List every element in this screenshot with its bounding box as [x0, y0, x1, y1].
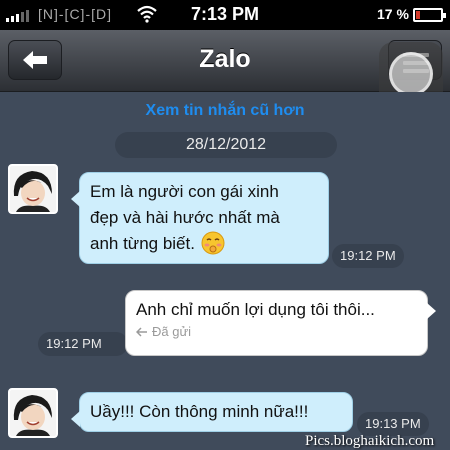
- avatar-image: [10, 166, 56, 212]
- message-bubble-outgoing[interactable]: Anh chỉ muốn lợi dụng tôi thôi... Đã gửi: [125, 290, 436, 356]
- nav-bar: Zalo: [0, 30, 450, 106]
- emoji-icon: [201, 231, 225, 255]
- message-time: 19:12 PM: [38, 332, 128, 356]
- battery-icon: [413, 8, 446, 22]
- date-separator: 28/12/2012: [115, 132, 337, 158]
- chat-area[interactable]: Xem tin nhắn cũ hơn 28/12/2012 Em là ngư…: [0, 92, 450, 450]
- message-line: đẹp và hài hước nhất mà: [90, 208, 280, 227]
- message-bubble-incoming[interactable]: Em là người con gái xinh đẹp và hài hước…: [71, 172, 329, 264]
- assistive-touch-icon: [389, 52, 433, 96]
- battery-percent: 17 %: [377, 6, 409, 22]
- message-line: Anh chỉ muốn lợi dụng tôi thôi...: [136, 300, 375, 319]
- message-bubble-incoming[interactable]: Uầy!!! Còn thông minh nữa!!!: [71, 392, 353, 432]
- message-time: 19:12 PM: [332, 244, 404, 268]
- message-line: Em là người con gái xinh: [90, 182, 279, 201]
- delivery-status-label: Đã gửi: [152, 324, 192, 339]
- reply-arrow-icon: [136, 327, 147, 337]
- watermark: Pics.bloghaikich.com: [305, 433, 435, 449]
- avatar[interactable]: [8, 164, 58, 214]
- avatar[interactable]: [8, 388, 58, 438]
- delivery-status: Đã gửi: [136, 323, 417, 341]
- battery-fill: [416, 11, 420, 19]
- load-older-messages-link[interactable]: Xem tin nhắn cũ hơn: [0, 102, 450, 120]
- avatar-image: [10, 390, 56, 436]
- status-bar: [N]-[C]-[D] 7:13 PM 17 %: [0, 0, 450, 30]
- message-line: Uầy!!! Còn thông minh nữa!!!: [90, 402, 309, 421]
- message-line: anh từng biết.: [90, 234, 195, 253]
